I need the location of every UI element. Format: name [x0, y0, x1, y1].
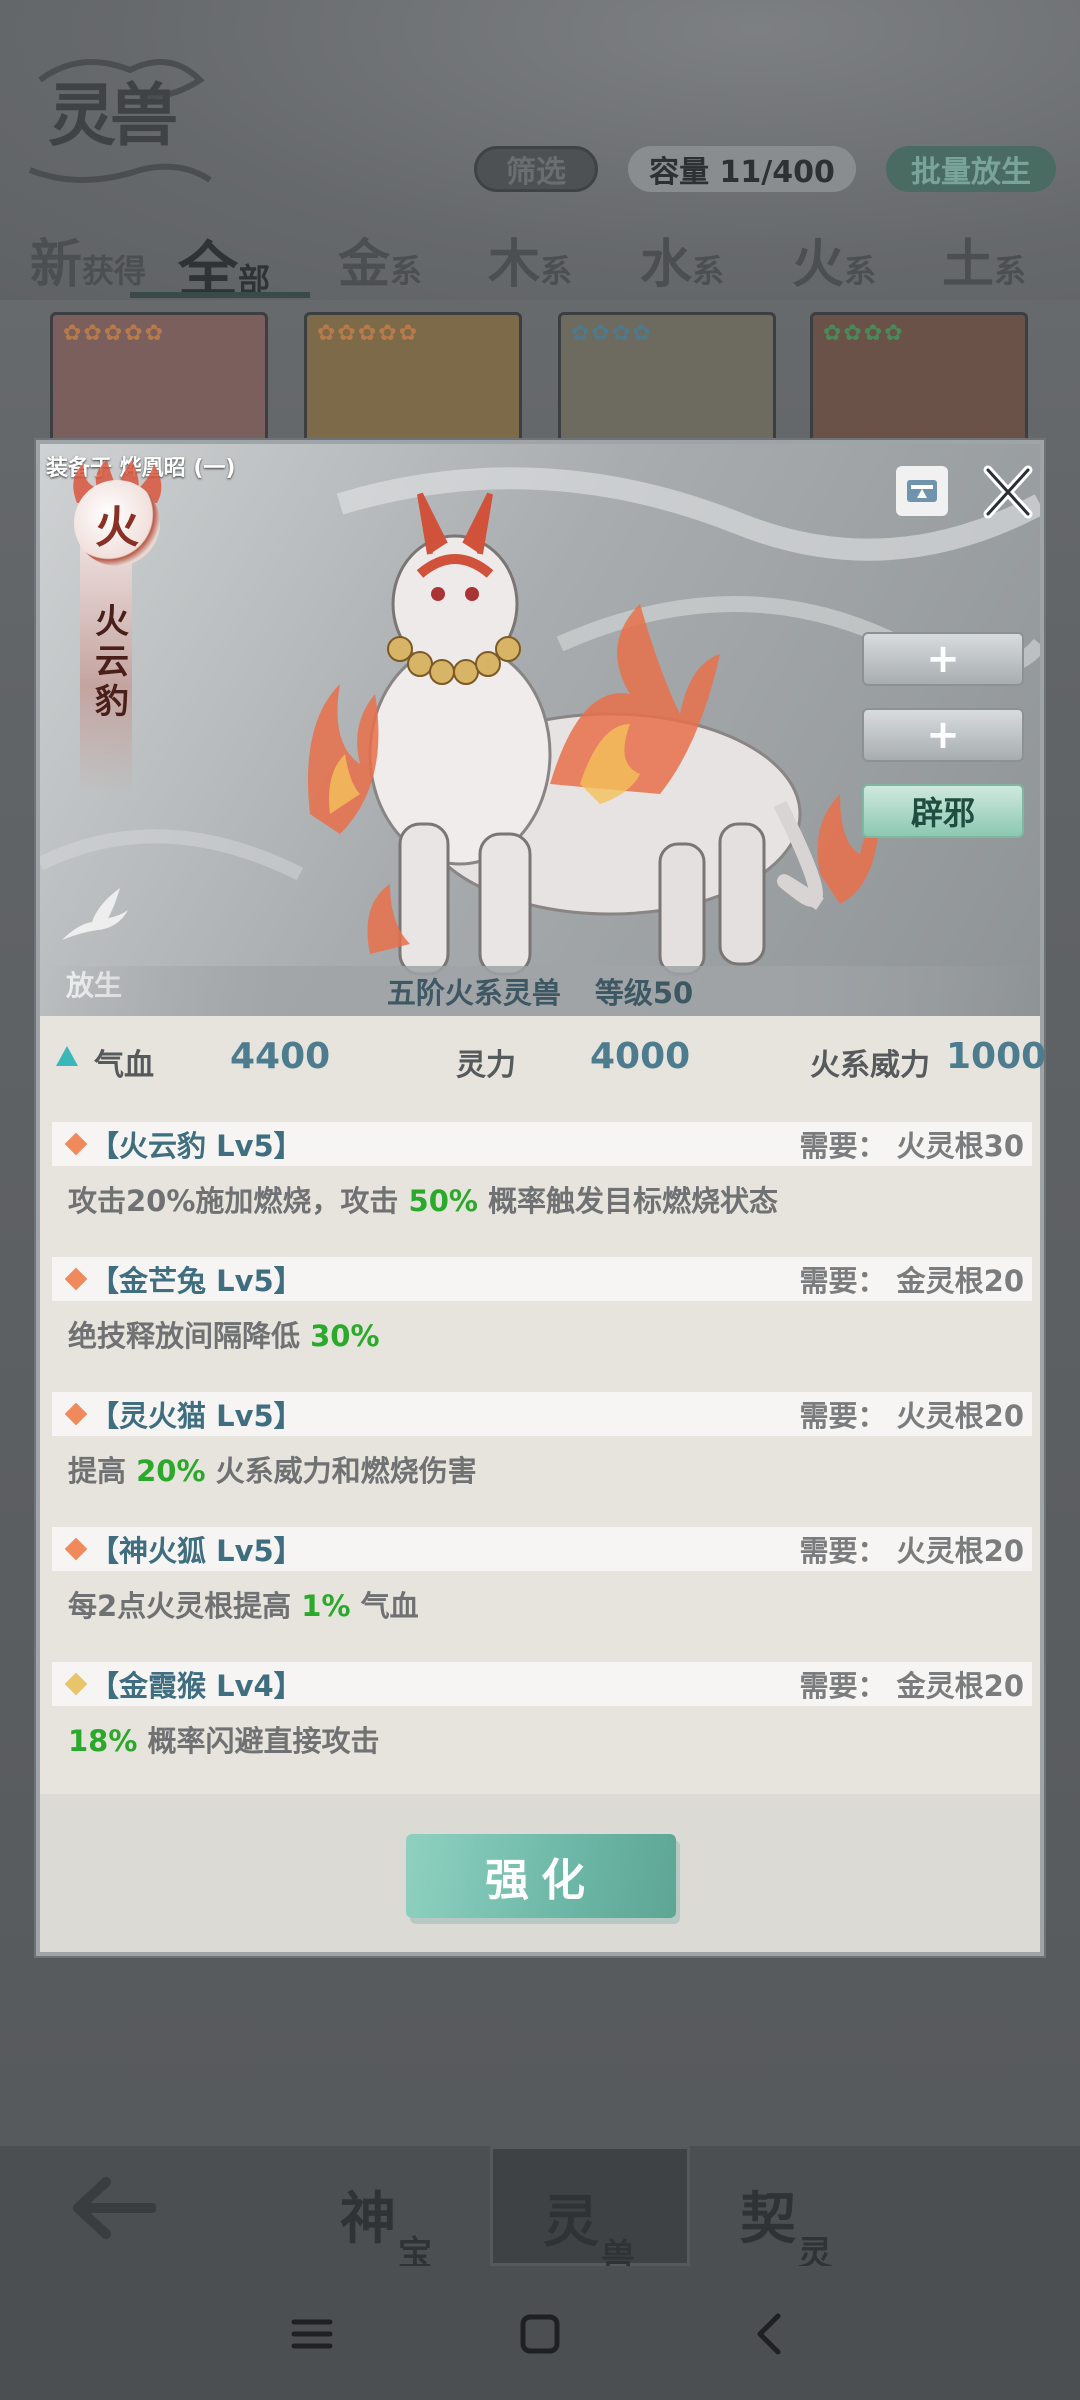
spirit-value: 4000 — [590, 1036, 691, 1077]
hp-value: 4400 — [230, 1036, 331, 1077]
diamond-icon — [64, 1132, 88, 1156]
spirit-label: 灵力 — [456, 1048, 516, 1083]
skill-description: 攻击20%施加燃烧，攻击 50% 概率触发目标燃烧状态 — [68, 1184, 779, 1218]
beast-illustration — [308, 492, 880, 976]
diamond-icon — [64, 1672, 88, 1696]
nav-tab-beasts[interactable]: 灵兽 — [490, 2146, 690, 2277]
tab-metal[interactable]: 金系 — [338, 222, 422, 297]
nav-tab-treasure[interactable]: 神宝 — [290, 2146, 490, 2274]
skill-title: 【灵火猫 Lv5】 — [90, 1399, 303, 1433]
rank-text: 五阶火系灵兽 — [386, 976, 561, 1010]
equip-slot-1[interactable]: + — [862, 632, 1024, 686]
nav-tab-contract[interactable]: 契灵 — [690, 2146, 890, 2274]
filter-button[interactable]: 筛选 — [474, 146, 598, 192]
stats-row: 气血 4400 灵力 4000 火系威力 1000 — [40, 1016, 1046, 1116]
level-text: 等级50 — [594, 976, 694, 1010]
collapse-icon — [907, 480, 937, 502]
equip-slot-2[interactable]: + — [862, 708, 1024, 762]
enhance-button[interactable]: 强化 — [406, 1834, 676, 1918]
tab-earth[interactable]: 土系 — [942, 222, 1026, 297]
skill-entry: 【金芒兔 Lv5】 需要： 金灵根20 绝技释放间隔降低 30% — [52, 1257, 1032, 1355]
hp-label: 气血 — [94, 1048, 154, 1083]
recent-apps-button[interactable] — [284, 2306, 340, 2362]
rank-level-bar: 五阶火系灵兽 等级50 — [40, 966, 1040, 1016]
skill-requirement: 需要： 火灵根20 — [799, 1534, 1024, 1568]
beast-detail-modal: 装备于 烨凰昭 (一) 火 火云豹 放生 — [36, 440, 1046, 1956]
home-button[interactable] — [512, 2306, 568, 2362]
active-tab-indicator — [130, 292, 310, 298]
stat-up-icon — [56, 1046, 78, 1066]
skill-entry: 【灵火猫 Lv5】 需要： 火灵根20 提高 20% 火系威力和燃烧伤害 — [52, 1392, 1032, 1490]
diamond-icon — [64, 1402, 88, 1426]
skill-requirement: 需要： 金灵根20 — [799, 1669, 1024, 1703]
skill-requirement: 需要： 金灵根20 — [799, 1264, 1024, 1298]
element-tabs: 新获得 全部 金系 木系 水系 火系 土系 — [30, 222, 1060, 306]
tab-wood[interactable]: 木系 — [488, 222, 572, 297]
skill-description: 绝技释放间隔降低 30% — [68, 1319, 380, 1353]
system-back-button[interactable] — [742, 2306, 798, 2362]
skill-description: 提高 20% 火系威力和燃烧伤害 — [68, 1454, 477, 1488]
skill-requirement: 需要： 火灵根20 — [799, 1399, 1024, 1433]
skill-requirement: 需要： 火灵根30 — [799, 1129, 1024, 1163]
chevron-left-icon — [757, 2313, 781, 2355]
beast-name: 火云豹 — [95, 602, 129, 722]
home-icon — [520, 2314, 560, 2354]
skill-title: 【神火狐 Lv5】 — [90, 1534, 303, 1568]
skill-title: 【金芒兔 Lv5】 — [90, 1264, 303, 1298]
system-navigation-bar — [0, 2266, 1080, 2400]
batch-release-button[interactable]: 批量放生 — [886, 146, 1056, 192]
skill-description: 每2点火灵根提高 1% 气血 — [68, 1589, 419, 1623]
diamond-icon — [64, 1267, 88, 1291]
close-icon — [983, 465, 1033, 519]
capacity-display: 容量 11/400 — [628, 146, 856, 192]
skill-title: 【金霞猴 Lv4】 — [90, 1669, 303, 1703]
skill-entry: 【火云豹 Lv5】 需要： 火灵根30 攻击20%施加燃烧，攻击 50% 概率触… — [52, 1122, 1032, 1220]
beast-hero-panel: 装备于 烨凰昭 (一) 火 火云豹 放生 — [40, 444, 1040, 1016]
dove-icon — [62, 888, 128, 940]
back-arrow-icon — [73, 2177, 157, 2239]
skill-title: 【火云豹 Lv5】 — [90, 1129, 303, 1163]
release-button[interactable] — [58, 884, 132, 948]
equip-slot-3[interactable]: 辟邪 — [862, 784, 1024, 838]
section-title: 灵兽 — [48, 76, 178, 156]
tab-fire[interactable]: 火系 — [792, 222, 876, 297]
element-badge: 火 — [95, 502, 139, 553]
bottom-nav: 神宝 灵兽 契灵 — [0, 2146, 1080, 2277]
skill-entry: 【神火狐 Lv5】 需要： 火灵根20 每2点火灵根提高 1% 气血 — [52, 1527, 1032, 1625]
skill-description: 18% 概率闪避直接攻击 — [68, 1724, 380, 1758]
diamond-icon — [64, 1537, 88, 1561]
menu-icon — [291, 2319, 333, 2349]
modal-footer: 强化 — [40, 1794, 1040, 1952]
tab-new[interactable]: 新获得 — [30, 222, 146, 297]
skill-entry: 【金霞猴 Lv4】 需要： 金灵根20 18% 概率闪避直接攻击 — [52, 1662, 1032, 1760]
fire-power-label: 火系威力 — [810, 1048, 930, 1083]
fire-power-value: 1000 — [946, 1036, 1047, 1077]
collapse-button[interactable] — [896, 466, 948, 516]
back-button[interactable] — [72, 2176, 157, 2240]
tab-water[interactable]: 水系 — [640, 222, 724, 297]
close-button[interactable] — [980, 462, 1036, 522]
